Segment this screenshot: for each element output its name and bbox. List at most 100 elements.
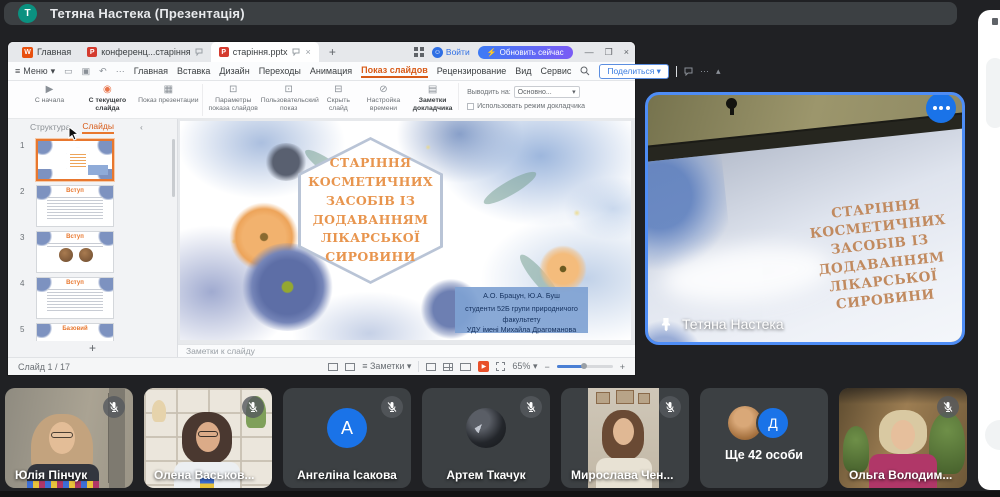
ribbon-rehearse-timings[interactable]: ⊘ Настройка времени: [360, 83, 407, 113]
upgrade-button[interactable]: ⚡ Обновить сейчас: [478, 46, 573, 59]
slide-sorter-icon[interactable]: [443, 363, 453, 371]
ppt-file-icon: P: [87, 47, 97, 57]
panel-collapse-button[interactable]: ‹: [140, 122, 143, 132]
pinned-video-tile[interactable]: СТАРІННЯ КОСМЕТИЧНИХ ЗАСОБІВ ІЗ ДОДАВАНН…: [645, 92, 965, 345]
comments-icon[interactable]: [684, 67, 693, 76]
ribbon-custom-show[interactable]: ⊡ Пользовательский показ: [261, 83, 317, 113]
participant-tile-myroslava[interactable]: Мирослава Чен...: [561, 388, 689, 488]
ribbon-hide-slide[interactable]: ⊟ Скрыть слайд: [317, 83, 360, 113]
panel-tab-slides[interactable]: Слайды: [82, 121, 114, 134]
menu-item-design[interactable]: Дизайн: [219, 66, 249, 76]
play-screen-icon: ▶: [22, 83, 77, 97]
thumbnail-row-2[interactable]: 2 Вступ: [20, 185, 114, 227]
share-label: Поделиться: [607, 66, 654, 76]
tab-home[interactable]: W Главная: [14, 42, 79, 62]
handout-tool-icon[interactable]: [345, 363, 355, 371]
presenter-mode-label: Использовать режим докладчика: [477, 103, 585, 110]
share-button[interactable]: Поделиться ▾: [599, 64, 669, 79]
tab-document-1[interactable]: P конференц...старіння: [79, 42, 210, 62]
menu-item-tools[interactable]: Сервис: [541, 66, 572, 76]
save-icon[interactable]: ▭: [64, 66, 73, 77]
tv-screen-frame: СТАРІННЯ КОСМЕТИЧНИХ ЗАСОБІВ ІЗ ДОДАВАНН…: [645, 111, 965, 345]
minimize-button[interactable]: —: [585, 47, 594, 58]
main-menu-button[interactable]: ≡ Меню ▾: [15, 66, 55, 77]
slide-thumbnail[interactable]: Вступ: [36, 277, 114, 319]
tab-document-2-active[interactable]: P старіння.pptx ×: [211, 42, 319, 62]
menu-item-slideshow-active[interactable]: Показ слайдов: [361, 65, 428, 78]
divider: [202, 84, 203, 116]
zoom-slider-handle[interactable]: [581, 363, 587, 369]
maximize-button[interactable]: ❐: [605, 47, 613, 58]
tab-close-icon[interactable]: ×: [306, 47, 311, 57]
menu-item-home[interactable]: Главная: [134, 66, 168, 76]
undo-icon[interactable]: ↶: [99, 66, 107, 77]
menu-item-view[interactable]: Вид: [515, 66, 531, 76]
notes-slide-icon: ▤: [407, 83, 458, 97]
letter-avatar: А: [327, 408, 367, 448]
thumbnail-row-5[interactable]: 5 Базовий: [20, 323, 114, 341]
ribbon-from-current[interactable]: ◉ С текущего слайда: [77, 83, 138, 113]
search-icon[interactable]: [580, 66, 590, 76]
menu-item-review[interactable]: Рецензирование: [437, 66, 507, 76]
wps-tab-bar: W Главная P конференц...старіння P старі…: [8, 42, 635, 62]
thumbnails-scrollbar[interactable]: [172, 139, 175, 197]
participant-tile-overflow[interactable]: Д Ще 42 особи: [700, 388, 828, 488]
participant-tile-olha[interactable]: Ольга Володим...: [839, 388, 967, 488]
authors-textbox[interactable]: А.О. Брацун, Ю.А. Буш студенти 52Б групи…: [455, 287, 588, 333]
comment-tool-icon[interactable]: [328, 363, 338, 371]
participant-tile-anhelina[interactable]: А Ангеліна Ісакова: [283, 388, 411, 488]
slide-thumbnail[interactable]: Базовий: [36, 323, 114, 341]
slideshow-play-button[interactable]: ▶: [478, 361, 489, 372]
panel-button-fragment[interactable]: [985, 420, 1000, 450]
add-slide-button[interactable]: +: [8, 341, 177, 357]
menu-item-insert[interactable]: Вставка: [177, 66, 210, 76]
presentation-top-bar: Т Тетяна Настека (Презентація): [4, 2, 957, 25]
menu-item-animation[interactable]: Анимация: [310, 66, 352, 76]
close-button[interactable]: ×: [624, 47, 629, 58]
notes-placeholder[interactable]: Заметки к слайду: [178, 344, 635, 357]
apps-grid-icon[interactable]: [414, 47, 424, 57]
thumbnail-row-1[interactable]: 1: [20, 139, 114, 181]
participant-tile-olena[interactable]: Олена Васьков...: [144, 388, 272, 488]
notes-toggle[interactable]: ≡ Заметки ▾: [362, 361, 411, 372]
thumbnail-row-4[interactable]: 4 Вступ: [20, 277, 114, 319]
tile-options-button[interactable]: [926, 93, 956, 123]
presenter-avatar: Т: [18, 4, 37, 23]
zoom-out-button[interactable]: −: [544, 362, 549, 372]
more-options-icon[interactable]: ⋯: [700, 66, 709, 77]
slide-thumbnail-selected[interactable]: [36, 139, 114, 181]
thumbnail-photo: [79, 248, 93, 262]
normal-view-icon[interactable]: [426, 363, 436, 371]
more-icon[interactable]: ⋯: [116, 66, 125, 77]
zoom-slider[interactable]: [557, 365, 613, 368]
panel-item-fragment: [986, 58, 1000, 128]
fit-window-icon[interactable]: [496, 362, 505, 371]
reading-view-icon[interactable]: [460, 363, 471, 371]
ribbon-speaker-notes[interactable]: ▤ Заметки докладчика: [407, 83, 458, 113]
participant-tile-yulia[interactable]: Юлія Пінчук: [5, 388, 133, 488]
wps-ribbon: ▶ С начала ◉ С текущего слайда ▦ Показ п…: [8, 81, 635, 119]
collapse-ribbon-icon[interactable]: ▴: [716, 66, 721, 77]
menu-item-transitions[interactable]: Переходы: [259, 66, 301, 76]
ribbon-slideshow-settings[interactable]: ⊡ Параметры показа слайдов: [206, 83, 261, 113]
timer-slide-icon: ⊘: [360, 83, 407, 97]
ribbon-show-presentation[interactable]: ▦ Показ презентации: [138, 83, 199, 105]
slide-editor-area: СТАРІННЯ КОСМЕТИЧНИХ ЗАСОБІВ ІЗ ДОДАВАНН…: [178, 119, 635, 344]
output-monitor-select[interactable]: Основно...▾: [514, 86, 580, 98]
participant-tile-artem[interactable]: Артем Ткачук: [422, 388, 550, 488]
zoom-in-button[interactable]: +: [620, 362, 625, 372]
login-label: Войти: [446, 47, 470, 57]
zoom-level[interactable]: 65% ▾: [512, 361, 537, 372]
slide-thumbnail[interactable]: Вступ: [36, 185, 114, 227]
ribbon-from-beginning[interactable]: ▶ С начала: [22, 83, 77, 105]
login-button[interactable]: ☺ Войти: [432, 47, 470, 58]
thumbnail-row-3[interactable]: 3 Вступ: [20, 231, 114, 273]
window-bottom-edge: [0, 491, 1000, 497]
mic-off-icon: [242, 396, 264, 418]
print-icon[interactable]: ▣: [82, 66, 91, 77]
panel-tab-outline[interactable]: Структура: [30, 122, 70, 132]
presenter-mode-checkbox[interactable]: [467, 103, 474, 110]
slide-canvas[interactable]: СТАРІННЯ КОСМЕТИЧНИХ ЗАСОБІВ ІЗ ДОДАВАНН…: [180, 121, 631, 340]
slide-thumbnail[interactable]: Вступ: [36, 231, 114, 273]
new-tab-button[interactable]: +: [329, 45, 336, 59]
